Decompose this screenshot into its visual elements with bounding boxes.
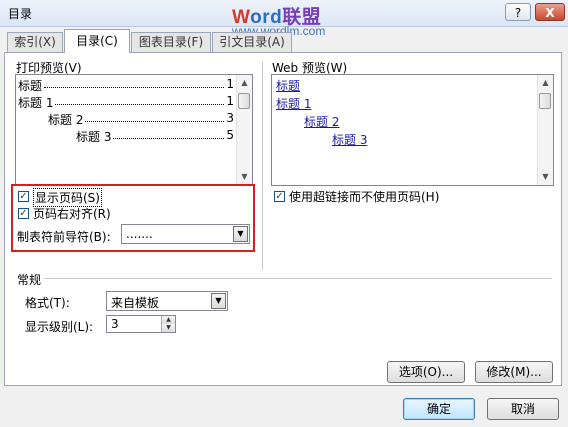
stepper-up-icon[interactable]: ▲ [161, 316, 175, 324]
check-icon: ✓ [19, 191, 28, 202]
levels-label: 显示级别(L): [25, 320, 94, 334]
general-divider [44, 278, 552, 279]
scroll-up-icon[interactable]: ▲ [237, 75, 252, 91]
tab-leader-value: ....... [126, 227, 153, 241]
options-button[interactable]: 选项(O)... [387, 361, 465, 383]
tab-toc[interactable]: 目录(C) [64, 29, 130, 53]
format-label: 格式(T): [25, 296, 70, 310]
web-preview-link[interactable]: 标题 [276, 77, 300, 94]
close-button[interactable]: X [535, 3, 565, 21]
tab-leader-select[interactable]: ....... ▼ [121, 224, 250, 244]
print-preview-line: 标题 11 [18, 94, 234, 110]
tab-leader-label: 制表符前导符(B): [17, 230, 111, 244]
vertical-divider [262, 62, 263, 270]
help-button[interactable]: ? [505, 3, 531, 21]
print-preview-line: 标题 35 [76, 128, 234, 144]
check-icon: ✓ [19, 208, 28, 219]
web-preview-box: 标题 标题 1 标题 2 标题 3 ▲ ▼ [271, 74, 554, 186]
scroll-thumb[interactable] [238, 93, 250, 109]
close-icon: X [545, 6, 555, 20]
tab-index[interactable]: 索引(X) [7, 32, 63, 52]
help-icon: ? [514, 6, 522, 20]
scroll-up-icon[interactable]: ▲ [538, 75, 553, 91]
general-section-label: 常规 [17, 273, 42, 287]
check-icon: ✓ [275, 191, 284, 202]
levels-stepper[interactable]: 3 ▲ ▼ [106, 315, 176, 333]
use-hyperlinks-label[interactable]: 使用超链接而不使用页码(H) [289, 188, 439, 205]
use-hyperlinks-checkbox[interactable]: ✓ [274, 191, 285, 202]
modify-button[interactable]: 修改(M)... [475, 361, 553, 383]
tab-label: 目录(C) [76, 34, 118, 48]
levels-value[interactable]: 3 [111, 317, 119, 331]
right-align-checkbox[interactable]: ✓ [18, 208, 29, 219]
print-preview-line: 标题 23 [48, 111, 234, 127]
chevron-down-icon[interactable]: ▼ [211, 293, 226, 309]
print-preview-box: 标题 1 标题 11 标题 23 标题 35 ▲ ▼ [15, 74, 253, 186]
print-preview-line: 标题 1 [18, 77, 234, 93]
show-page-numbers-checkbox[interactable]: ✓ [18, 191, 29, 202]
tab-label: 引文目录(A) [219, 35, 285, 49]
print-preview-scrollbar[interactable]: ▲ ▼ [236, 75, 252, 185]
window-title: 目录 [8, 7, 33, 21]
tab-label: 索引(X) [14, 35, 56, 49]
ok-button[interactable]: 确定 [403, 398, 475, 420]
chevron-down-icon[interactable]: ▼ [233, 226, 248, 242]
web-preview-scrollbar[interactable]: ▲ ▼ [537, 75, 553, 185]
web-preview-link[interactable]: 标题 3 [332, 131, 367, 148]
format-value: 来自模板 [111, 296, 160, 310]
format-select[interactable]: 来自模板 ▼ [106, 291, 228, 311]
tab-table-of-figures[interactable]: 图表目录(F) [131, 32, 211, 52]
scroll-down-icon[interactable]: ▼ [538, 169, 553, 185]
tab-label: 图表目录(F) [138, 35, 204, 49]
scroll-down-icon[interactable]: ▼ [237, 169, 252, 185]
cancel-button[interactable]: 取消 [487, 398, 559, 420]
web-preview-link[interactable]: 标题 2 [304, 113, 339, 130]
right-align-label[interactable]: 页码右对齐(R) [33, 205, 111, 222]
scroll-thumb[interactable] [539, 93, 551, 109]
tab-table-of-authorities[interactable]: 引文目录(A) [212, 32, 292, 52]
web-preview-link[interactable]: 标题 1 [276, 95, 311, 112]
stepper-down-icon[interactable]: ▼ [161, 324, 175, 332]
stepper-buttons: ▲ ▼ [161, 316, 175, 332]
